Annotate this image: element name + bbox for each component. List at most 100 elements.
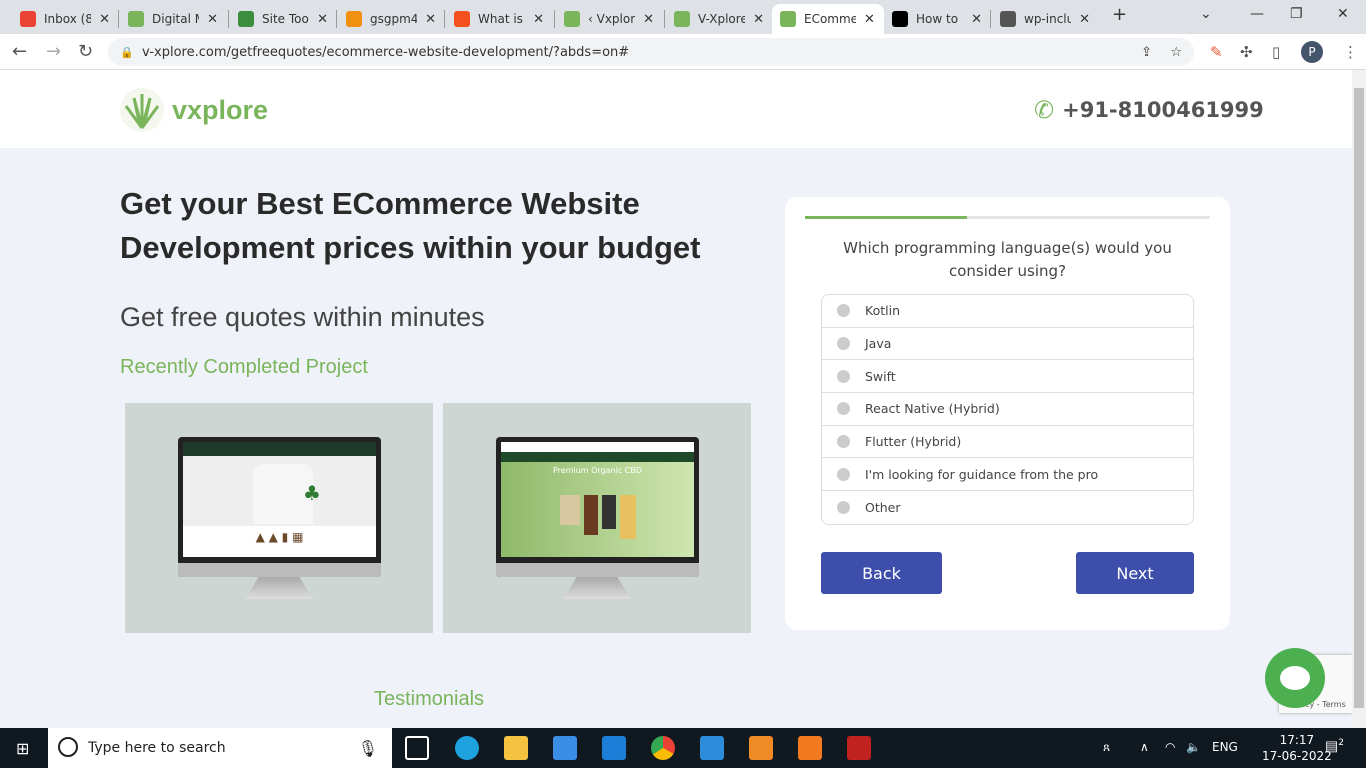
show-hidden-icons[interactable]: ∧ bbox=[1140, 740, 1149, 754]
close-tab-icon[interactable]: ✕ bbox=[753, 12, 764, 27]
sublime-icon[interactable] bbox=[749, 736, 773, 760]
option-label: React Native (Hybrid) bbox=[865, 401, 1000, 417]
people-icon[interactable]: ጸ bbox=[1103, 740, 1110, 755]
option-item[interactable]: React Native (Hybrid) bbox=[822, 393, 1193, 426]
phone-link[interactable]: ✆ +91-8100461999 bbox=[1034, 96, 1264, 124]
taskbar-search[interactable]: Type here to search 🎙 bbox=[48, 728, 392, 768]
extension-pen-icon[interactable]: ✎ bbox=[1210, 43, 1223, 61]
filezilla-icon[interactable] bbox=[847, 736, 871, 760]
side-panel-icon[interactable]: ▯ bbox=[1272, 43, 1280, 61]
volume-icon[interactable]: 🔈 bbox=[1186, 740, 1201, 754]
windows-start-icon[interactable]: ⊞ bbox=[16, 739, 29, 758]
question-icon bbox=[454, 11, 470, 27]
radio-button[interactable] bbox=[837, 467, 850, 481]
tab-title: V-Xplore bbox=[698, 12, 746, 26]
back-button[interactable]: Back bbox=[821, 552, 942, 594]
browser-tab[interactable]: Site Tool ✕ bbox=[230, 4, 336, 34]
options-list: Kotlin Java Swift React Native (Hybrid) Flut… bbox=[821, 294, 1194, 525]
forward-icon[interactable]: → bbox=[46, 41, 61, 62]
close-tab-icon[interactable]: ✕ bbox=[533, 12, 544, 27]
file-explorer-icon[interactable] bbox=[504, 736, 528, 760]
tab-search-icon[interactable]: ⌄ bbox=[1200, 6, 1212, 22]
mail-icon[interactable] bbox=[602, 736, 626, 760]
wifi-icon[interactable]: ◠ bbox=[1165, 740, 1175, 754]
tab-title: Site Tool bbox=[262, 12, 310, 26]
extensions-puzzle-icon[interactable]: ✣ bbox=[1240, 43, 1253, 61]
tab-title: ‹ Vxplore bbox=[588, 12, 635, 26]
pma-icon bbox=[346, 11, 362, 27]
option-item[interactable]: Swift bbox=[822, 360, 1193, 394]
menu-icon[interactable]: ⋮ bbox=[1343, 43, 1358, 61]
close-tab-icon[interactable]: ✕ bbox=[971, 12, 982, 27]
microphone-icon[interactable]: 🎙 bbox=[358, 739, 378, 758]
browser-tab[interactable]: EComme ✕ bbox=[772, 4, 884, 34]
new-tab-button[interactable]: + bbox=[1112, 4, 1127, 25]
project-image-2: Premium Organic CBD bbox=[443, 403, 751, 633]
close-tab-icon[interactable]: ✕ bbox=[317, 12, 328, 27]
tab-title: Digital M bbox=[152, 12, 199, 26]
option-item[interactable]: Java bbox=[822, 328, 1193, 361]
close-tab-icon[interactable]: ✕ bbox=[99, 12, 110, 27]
address-bar[interactable]: 🔒 v-xplore.com/getfreequotes/ecommerce-w… bbox=[108, 38, 1194, 66]
restore-button[interactable]: ❐ bbox=[1290, 6, 1303, 22]
store-icon[interactable] bbox=[553, 736, 577, 760]
radio-button[interactable] bbox=[837, 435, 850, 449]
option-label: Other bbox=[865, 499, 901, 515]
browser-tab[interactable]: wp-inclu ✕ bbox=[992, 4, 1098, 34]
gmail-icon bbox=[20, 11, 36, 27]
option-item[interactable]: Flutter (Hybrid) bbox=[822, 426, 1193, 459]
chrome-icon[interactable] bbox=[651, 736, 675, 760]
web-page: vxplore ✆ +91-8100461999 Get your Best E… bbox=[0, 70, 1352, 728]
chat-button[interactable] bbox=[1265, 648, 1325, 708]
subtitle: Get free quotes within minutes bbox=[120, 302, 485, 332]
close-tab-icon[interactable]: ✕ bbox=[864, 12, 875, 27]
sitetool-icon bbox=[238, 11, 254, 27]
browser-tab[interactable]: Digital M ✕ bbox=[120, 4, 226, 34]
close-window-button[interactable]: ✕ bbox=[1337, 6, 1349, 22]
radio-button[interactable] bbox=[837, 500, 850, 514]
browser-tab[interactable]: ‹ Vxplore ✕ bbox=[556, 4, 662, 34]
browser-tab[interactable]: How to ✕ bbox=[884, 4, 990, 34]
option-label: Flutter (Hybrid) bbox=[865, 434, 962, 450]
radio-button[interactable] bbox=[837, 337, 850, 351]
search-placeholder: Type here to search bbox=[88, 740, 226, 756]
option-label: I'm looking for guidance from the pro bbox=[865, 466, 1099, 482]
radio-button[interactable] bbox=[837, 369, 850, 383]
edge-icon[interactable] bbox=[455, 736, 479, 760]
taskbar: ⊞ Type here to search 🎙 ጸ ∧ ◠ 🔈 ENG 17:1… bbox=[0, 728, 1366, 768]
share-icon[interactable]: ⇪ bbox=[1141, 45, 1152, 60]
xampp-icon[interactable] bbox=[798, 736, 822, 760]
option-item[interactable]: Kotlin bbox=[822, 295, 1193, 328]
browser-tab[interactable]: What is t ✕ bbox=[446, 4, 552, 34]
reload-icon[interactable]: ↻ bbox=[78, 41, 93, 62]
vxplore-icon bbox=[674, 11, 690, 27]
language-indicator[interactable]: ENG bbox=[1212, 740, 1238, 754]
next-button[interactable]: Next bbox=[1076, 552, 1194, 594]
notifications-icon[interactable]: ▤2 bbox=[1325, 738, 1344, 755]
vxplore-icon bbox=[564, 11, 580, 27]
minimize-button[interactable]: — bbox=[1250, 6, 1264, 22]
close-tab-icon[interactable]: ✕ bbox=[643, 12, 654, 27]
back-icon[interactable]: ← bbox=[12, 41, 27, 62]
aw-icon bbox=[892, 11, 908, 27]
bookmark-star-icon[interactable]: ☆ bbox=[1170, 45, 1182, 60]
option-item[interactable]: Other bbox=[822, 491, 1193, 524]
logo[interactable]: vxplore bbox=[120, 88, 268, 132]
profile-avatar[interactable]: P bbox=[1301, 41, 1323, 63]
scrollbar[interactable] bbox=[1352, 70, 1366, 728]
option-item[interactable]: I'm looking for guidance from the pro bbox=[822, 458, 1193, 492]
task-view-icon[interactable] bbox=[405, 736, 429, 760]
browser-tab[interactable]: V-Xplore ✕ bbox=[666, 4, 772, 34]
close-tab-icon[interactable]: ✕ bbox=[425, 12, 436, 27]
progress-bar bbox=[805, 216, 1210, 219]
close-tab-icon[interactable]: ✕ bbox=[207, 12, 218, 27]
browser-tab[interactable]: gsgpm4 ✕ bbox=[338, 4, 444, 34]
radio-button[interactable] bbox=[837, 402, 850, 416]
close-tab-icon[interactable]: ✕ bbox=[1079, 12, 1090, 27]
vscode-icon[interactable] bbox=[700, 736, 724, 760]
clock[interactable]: 17:17 17-06-2022 bbox=[1262, 732, 1332, 764]
phone-number: +91-8100461999 bbox=[1062, 98, 1264, 122]
tab-title: EComme bbox=[804, 12, 856, 26]
radio-button[interactable] bbox=[837, 304, 850, 318]
browser-tab[interactable]: Inbox (8) ✕ bbox=[12, 4, 118, 34]
